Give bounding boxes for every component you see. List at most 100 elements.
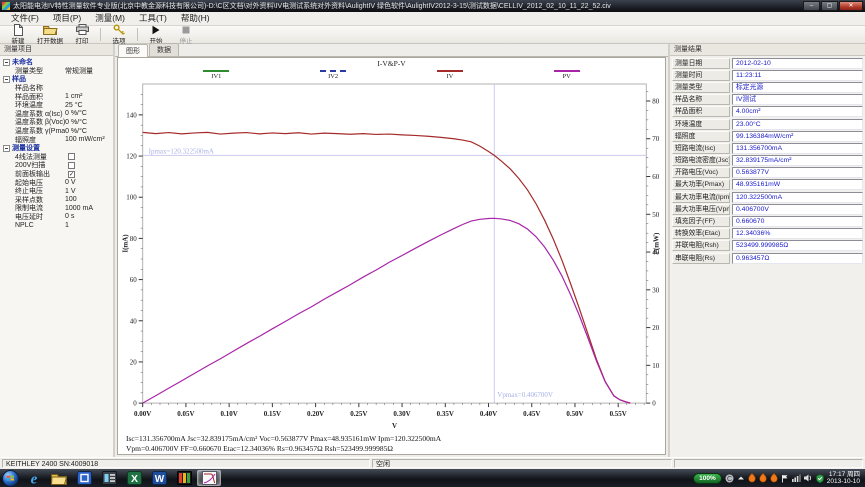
menu-item-4[interactable]: 工具(T) (132, 12, 174, 25)
taskbar-blue-app-icon[interactable] (72, 470, 96, 486)
menu-item-5[interactable]: 帮助(H) (174, 12, 217, 25)
result-value[interactable]: 0.660670 (732, 216, 863, 227)
tray-speaker-icon[interactable] (804, 474, 813, 482)
toolbar-button-printer[interactable]: 打印 (67, 26, 97, 43)
tree-item-label: NPLC (15, 222, 34, 229)
result-value[interactable]: 2012-02-10 (732, 58, 863, 69)
windows-start-orb[interactable] (2, 470, 19, 487)
legend-label: IV (446, 73, 453, 80)
legend-label: IV2 (328, 73, 338, 80)
tree-row-item[interactable]: 电压延时0 s (2, 213, 113, 222)
legend-item-IV: IV (437, 68, 463, 82)
tree-item-value[interactable]: 0 %/°C (65, 110, 113, 117)
chart-footer-stats: Isc=131.356700mA Jsc=32.839175mA/cm² Voc… (118, 433, 665, 454)
tab-数据[interactable]: 数据 (149, 43, 179, 56)
tree-item-value[interactable]: 100 (65, 196, 113, 203)
minimize-button[interactable]: – (803, 1, 820, 11)
tree-item-value[interactable]: 1 cm² (65, 93, 113, 100)
tray-hidden-icons-arrow[interactable] (737, 474, 745, 482)
svg-text:60: 60 (130, 276, 137, 284)
taskbar-file-explorer-icon[interactable] (47, 470, 71, 486)
result-value[interactable]: 11:23:11 (732, 70, 863, 81)
menu-item-3[interactable]: 测量(M) (88, 12, 132, 25)
tray-orange-icon[interactable] (748, 473, 756, 483)
tree-item-value[interactable]: 25 °C (65, 102, 113, 109)
status-spacer (674, 459, 863, 468)
toolbar-button-open-folder[interactable]: 打开数据 (33, 26, 67, 43)
result-value[interactable]: IV测试 (732, 94, 863, 105)
collapse-icon[interactable] (3, 59, 10, 66)
system-tray: 100% C 17:17 周四 2013-10-10 (693, 471, 863, 486)
result-value[interactable]: 131.356700mA (732, 143, 863, 154)
close-button[interactable]: ✕ (839, 1, 863, 11)
svg-text:0.05V: 0.05V (177, 410, 194, 418)
taskbar-internet-explorer-icon[interactable]: e (22, 470, 46, 486)
tray-orange-icon[interactable] (770, 473, 778, 483)
collapse-icon[interactable] (3, 145, 10, 152)
checkbox-checked[interactable]: ✓ (68, 171, 75, 178)
checkbox-unchecked[interactable] (68, 162, 75, 169)
tree-item-value[interactable]: 0 s (65, 213, 113, 220)
toolbar-button-start[interactable]: 开始 (141, 26, 171, 43)
battery-meter-badge[interactable]: 100% (693, 473, 722, 484)
legend-label: PV (562, 73, 570, 80)
maximize-button[interactable]: ▢ (821, 1, 838, 11)
svg-text:C: C (727, 476, 732, 483)
result-value[interactable]: 523499.999985Ω (732, 240, 863, 251)
result-row: 并联电阻(Rsh)523499.999985Ω (670, 240, 865, 252)
taskbar-excel-icon[interactable]: X (122, 470, 146, 486)
taskbar-media-app-icon[interactable] (97, 470, 121, 486)
tree-item-value[interactable]: 100 mW/cm² (65, 136, 113, 143)
svg-text:0: 0 (133, 400, 137, 408)
tree-item-value[interactable]: 0 %/°C (65, 119, 113, 126)
result-label: 填充因子(FF) (672, 216, 730, 227)
tree-row-item[interactable]: NPLC 1 (2, 221, 113, 230)
toolbar-button-label: 打开数据 (37, 35, 63, 45)
tray-shield-icon[interactable] (816, 474, 824, 483)
svg-text:0: 0 (652, 400, 656, 408)
svg-text:0.30V: 0.30V (393, 410, 410, 418)
tree-item-value[interactable]: 1000 mA (65, 205, 113, 212)
tree-item-value[interactable]: 常规测量 (65, 66, 113, 76)
start-icon (151, 25, 161, 35)
result-value[interactable]: 12.34036% (732, 228, 863, 239)
tree-item-value[interactable]: 0 %/°C (65, 128, 113, 135)
result-value[interactable]: 0.963457Ω (732, 253, 863, 264)
result-value[interactable]: 4.00cm² (732, 106, 863, 117)
taskbar-iv-software-icon[interactable] (197, 470, 221, 486)
result-value[interactable]: 32.839175mA/cm² (732, 155, 863, 166)
checkbox-unchecked[interactable] (68, 153, 75, 160)
windows-taskbar: e XW 100% C 17:17 周四 2013-10-10 (0, 469, 865, 487)
result-label: 测量日期 (672, 58, 730, 69)
menu-item-1[interactable]: 文件(F) (4, 12, 46, 25)
result-value[interactable]: 48.935161mW (732, 179, 863, 190)
result-value[interactable]: 0.563877V (732, 167, 863, 178)
tray-flag-icon[interactable] (781, 474, 789, 483)
tray-network-icon[interactable] (792, 474, 801, 482)
result-value[interactable]: 120.322500mA (732, 192, 863, 203)
tray-c-icon[interactable]: C (725, 474, 734, 483)
tree-item-value[interactable]: 1 (65, 222, 113, 229)
result-value[interactable]: 0.406700V (732, 204, 863, 215)
svg-text:30: 30 (652, 286, 659, 294)
title-bar: 太阳能电池IV特性测量软件专业版(北京中教金源科技有限公司)-D:\C区文档\对… (0, 0, 865, 12)
tree-item-value[interactable]: 1 V (65, 188, 113, 195)
taskbar-stripes-app-icon[interactable] (172, 470, 196, 486)
svg-text:I(mA): I(mA) (122, 234, 130, 253)
result-value[interactable]: 标定光源 (732, 82, 863, 93)
result-value[interactable]: 99.136384mW/cm² (732, 131, 863, 142)
legend-swatch (320, 70, 346, 72)
key-icon (113, 25, 125, 35)
window-title: 太阳能电池IV特性测量软件专业版(北京中教金源科技有限公司)-D:\C区文档\对… (13, 1, 799, 11)
tray-orange-icon[interactable] (759, 473, 767, 483)
toolbar-button-new-document[interactable]: 新建 (3, 26, 33, 43)
collapse-icon[interactable] (3, 76, 10, 83)
result-label: 短路电流(Isc) (672, 143, 730, 154)
toolbar-button-key[interactable]: 选项 (104, 26, 134, 43)
tab-图形[interactable]: 图形 (118, 44, 148, 57)
taskbar-word-icon[interactable]: W (147, 470, 171, 486)
tree-item-value[interactable]: 0 V (65, 179, 113, 186)
result-value[interactable]: 23.00°C (732, 119, 863, 130)
svg-text:70: 70 (652, 135, 659, 143)
taskbar-clock[interactable]: 17:17 周四 2013-10-10 (827, 471, 863, 486)
